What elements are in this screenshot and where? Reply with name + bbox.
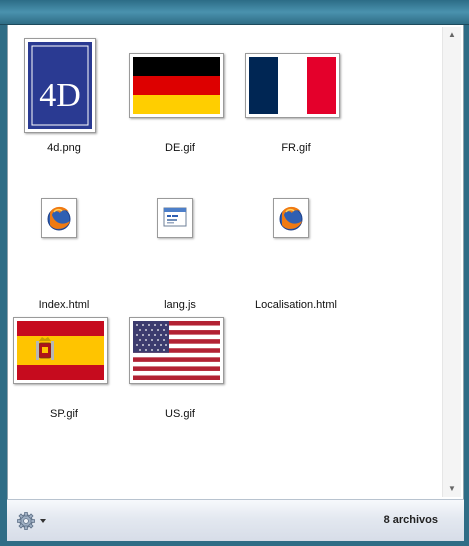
german-flag-icon: [133, 57, 220, 114]
firefox-logo-icon: [47, 206, 71, 231]
file-name: 4d.png: [47, 142, 81, 154]
german-flag-thumbnail: [129, 53, 224, 118]
vertical-scrollbar[interactable]: ▲ ▼: [442, 27, 461, 497]
file-item-index-html[interactable]: Index.html: [8, 165, 120, 311]
file-name: FR.gif: [281, 142, 311, 154]
file-list-pane: 4D 4d.png DE.gif FR.gif Index.html lang.…: [7, 25, 464, 499]
file-name: US.gif: [165, 408, 195, 420]
firefox-html-file-icon: [273, 198, 309, 238]
file-name: SP.gif: [50, 408, 78, 420]
dropdown-arrow-icon: [40, 519, 46, 523]
file-item-4d-png[interactable]: 4D 4d.png: [8, 33, 120, 163]
explorer-window: 4D 4d.png DE.gif FR.gif Index.html lang.…: [0, 0, 469, 546]
file-item-sp-gif[interactable]: SP.gif: [8, 297, 120, 427]
options-button[interactable]: [16, 511, 50, 531]
file-item-de-gif[interactable]: DE.gif: [124, 33, 236, 163]
4d-logo-text: 4D: [39, 77, 81, 114]
file-name: Localisation.html: [255, 299, 337, 311]
us-flag-icon: [133, 321, 220, 380]
gear-icon: [17, 512, 46, 530]
chevron-down-icon: ▼: [448, 484, 456, 493]
javascript-file-icon: [157, 198, 193, 238]
file-item-lang-js[interactable]: lang.js: [124, 165, 236, 311]
scroll-down-button[interactable]: ▼: [443, 481, 461, 497]
chevron-up-icon: ▲: [448, 30, 456, 39]
firefox-html-file-icon: [41, 198, 77, 238]
item-count-label: 8 archivos: [383, 514, 438, 526]
window-header-strip: [0, 0, 469, 25]
file-item-localisation-html[interactable]: Localisation.html: [240, 165, 352, 311]
file-item-fr-gif[interactable]: FR.gif: [240, 33, 352, 163]
script-window-icon: [163, 207, 187, 227]
french-flag-icon: [249, 57, 336, 114]
file-grid: 4D 4d.png DE.gif FR.gif Index.html lang.…: [8, 25, 435, 499]
spanish-flag-thumbnail: [13, 317, 108, 384]
scroll-up-button[interactable]: ▲: [443, 27, 461, 43]
4d-logo-thumbnail: 4D: [24, 38, 96, 133]
file-item-us-gif[interactable]: US.gif: [124, 297, 236, 427]
status-bar: 8 archivos: [7, 499, 464, 541]
firefox-logo-icon: [279, 206, 303, 231]
french-flag-thumbnail: [245, 53, 340, 118]
file-name: DE.gif: [165, 142, 195, 154]
4d-logo-icon: 4D: [28, 42, 92, 129]
us-flag-thumbnail: [129, 317, 224, 384]
spanish-flag-icon: [17, 321, 104, 380]
